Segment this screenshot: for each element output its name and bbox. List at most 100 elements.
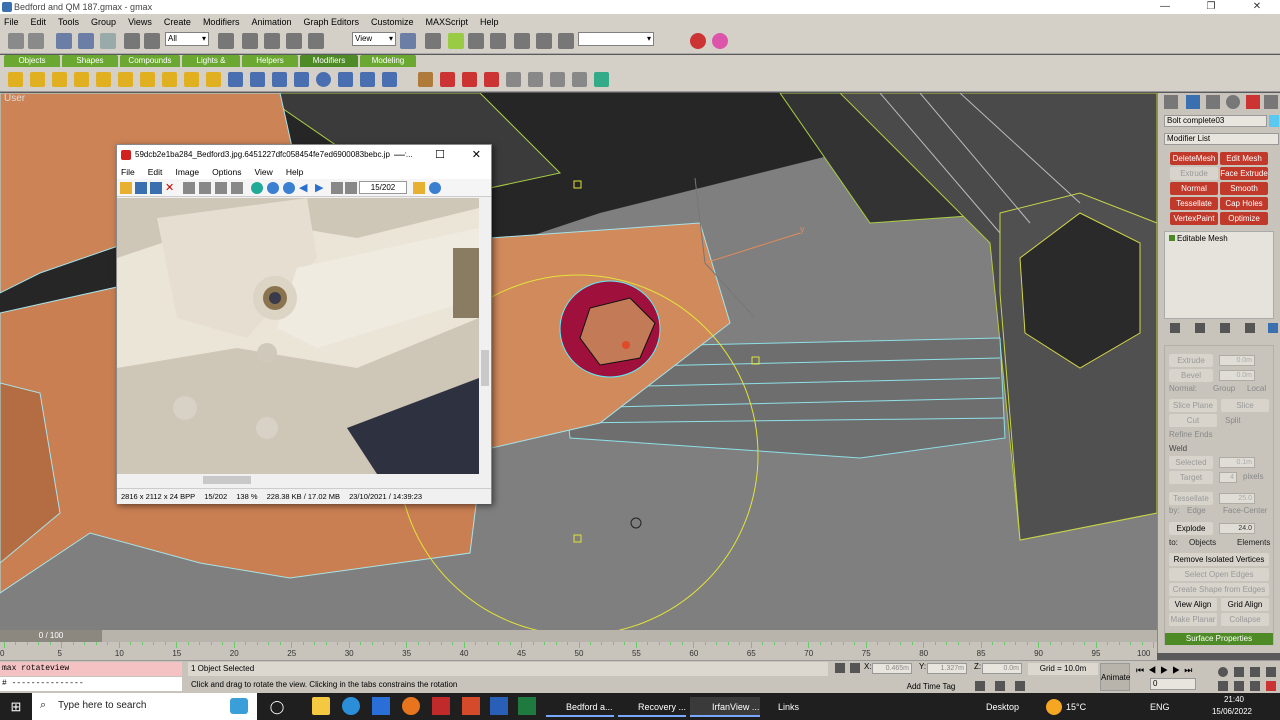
- zoom-icon[interactable]: [1218, 667, 1228, 677]
- ffd-modifier-icon[interactable]: [118, 72, 133, 87]
- restore-button[interactable]: ❐: [1188, 0, 1234, 14]
- task-view-icon[interactable]: ◯: [268, 697, 286, 717]
- weld-target-button[interactable]: Target: [1169, 471, 1213, 484]
- normal-local-radio[interactable]: Local: [1247, 384, 1266, 393]
- show-end-result-icon[interactable]: [1195, 323, 1205, 333]
- undo-image-icon[interactable]: [231, 182, 243, 194]
- menu-file[interactable]: File: [4, 17, 19, 27]
- align-icon[interactable]: [536, 33, 552, 49]
- z-coordinate-field[interactable]: 0.0m: [982, 663, 1022, 674]
- next-frame-icon[interactable]: ▶: [1172, 665, 1184, 675]
- help-icon[interactable]: [429, 182, 441, 194]
- access-icon[interactable]: [432, 697, 450, 715]
- tab-compounds[interactable]: Compounds: [120, 55, 180, 67]
- utilities-tab-icon[interactable]: [1264, 95, 1278, 109]
- pivot-center-icon[interactable]: [400, 33, 416, 49]
- angle-snap-icon[interactable]: [995, 681, 1005, 691]
- motion-tab-icon[interactable]: [1226, 95, 1240, 109]
- irfan-menu-edit[interactable]: Edit: [148, 167, 163, 177]
- irfan-close-button[interactable]: ✕: [471, 145, 481, 165]
- irfanview-horizontal-scrollbar[interactable]: [117, 474, 479, 486]
- tessellate-tension-field[interactable]: 25.0: [1219, 493, 1255, 504]
- zoom-extents-icon[interactable]: [1250, 667, 1260, 677]
- normal-button[interactable]: Normal: [1170, 182, 1218, 195]
- mirror-icon[interactable]: [514, 33, 530, 49]
- page-counter[interactable]: 15/202: [359, 181, 407, 194]
- explode-button[interactable]: Explode: [1169, 522, 1213, 535]
- skew-modifier-icon[interactable]: [206, 72, 221, 87]
- make-planar-button[interactable]: Make Planar: [1169, 613, 1217, 626]
- select-open-edges-button[interactable]: Select Open Edges: [1169, 568, 1269, 581]
- bevel-amount-field[interactable]: 0.0m: [1219, 370, 1255, 381]
- move-icon[interactable]: [242, 33, 258, 49]
- reference-coordinate-dropdown[interactable]: View: [352, 32, 396, 46]
- temperature[interactable]: 15°C: [1066, 697, 1096, 717]
- extrude-modifier-button[interactable]: Extrude: [1170, 167, 1218, 180]
- view-align-button[interactable]: View Align: [1169, 598, 1217, 611]
- tab-modeling[interactable]: Modeling: [360, 55, 416, 67]
- twist-modifier-icon[interactable]: [52, 72, 67, 87]
- select-object-icon[interactable]: [124, 33, 140, 49]
- taskbar-links[interactable]: Links: [764, 697, 804, 717]
- ripple-modifier-icon[interactable]: [162, 72, 177, 87]
- pin-stack-icon[interactable]: [1170, 323, 1180, 333]
- z-axis-icon[interactable]: [468, 33, 484, 49]
- input-language[interactable]: ENG: [1150, 697, 1174, 717]
- zoom-in-icon[interactable]: [267, 182, 279, 194]
- paint-icon[interactable]: [413, 182, 425, 194]
- irfan-minimize-button[interactable]: —: [390, 145, 405, 165]
- irfan-menu-file[interactable]: File: [121, 167, 135, 177]
- add-time-tag[interactable]: Add Time Tag: [900, 681, 962, 693]
- cap-holes-button[interactable]: Cap Holes: [1220, 197, 1268, 210]
- face-extrude-button[interactable]: Face Extrude: [1220, 167, 1268, 180]
- object-name-field[interactable]: Bolt complete03: [1164, 115, 1267, 127]
- menu-edit[interactable]: Edit: [31, 17, 47, 27]
- named-selection-dropdown[interactable]: [578, 32, 654, 46]
- maximize-viewport-icon[interactable]: [1266, 681, 1276, 691]
- stack-item-editable-mesh[interactable]: Editable Mesh: [1167, 233, 1273, 244]
- next-image-icon[interactable]: ▶: [315, 182, 327, 194]
- remove-modifier-icon[interactable]: [1245, 323, 1255, 333]
- absolute-mode-icon[interactable]: [850, 663, 860, 673]
- box-icon[interactable]: [418, 72, 433, 87]
- teapot-icon[interactable]: [462, 72, 477, 87]
- display-tab-icon[interactable]: [1246, 95, 1260, 109]
- menu-create[interactable]: Create: [164, 17, 191, 27]
- windows-start-icon[interactable]: ⊞: [8, 697, 24, 717]
- region-select-icon[interactable]: [144, 33, 160, 49]
- tab-objects[interactable]: Objects: [4, 55, 60, 67]
- explorer-icon[interactable]: [312, 697, 330, 715]
- deletemesh-button[interactable]: DeleteMesh: [1170, 152, 1218, 165]
- taper-modifier-icon[interactable]: [30, 72, 45, 87]
- normal-modifier-icon[interactable]: [382, 72, 397, 87]
- grid-align-button[interactable]: Grid Align: [1221, 598, 1269, 611]
- selection-filter-dropdown[interactable]: All: [165, 32, 209, 46]
- arc-rotate-icon[interactable]: [1250, 681, 1260, 691]
- uvw-xform-icon[interactable]: [250, 72, 265, 87]
- track-bar[interactable]: 0 5 10 15 20 25 30 35 40 45 50 55 60 65 70 75 80 85 90 95 10…: [0, 642, 1157, 660]
- menu-tools[interactable]: Tools: [58, 17, 79, 27]
- word-icon[interactable]: [490, 697, 508, 715]
- y-coordinate-field[interactable]: 1.327m: [927, 663, 967, 674]
- extrude-button[interactable]: Extrude: [1169, 354, 1213, 367]
- edge-icon[interactable]: [342, 697, 360, 715]
- weld-target-pixels-field[interactable]: 4: [1219, 472, 1237, 483]
- split-checkbox[interactable]: Split: [1225, 416, 1241, 425]
- taskbar-search-box[interactable]: ⌕ Type here to search: [32, 693, 257, 720]
- modify-tab-icon[interactable]: [1186, 95, 1200, 109]
- modifier-list-dropdown[interactable]: Modifier List: [1164, 133, 1279, 145]
- dummy-helper-icon[interactable]: [594, 72, 609, 87]
- explode-angle-field[interactable]: 24.0: [1219, 523, 1255, 534]
- make-unique-icon[interactable]: [1220, 323, 1230, 333]
- zoom-extents-all-icon[interactable]: [1266, 667, 1276, 677]
- slice-button[interactable]: Slice: [1221, 399, 1269, 412]
- tessellate-button[interactable]: Tessellate: [1169, 492, 1213, 505]
- light-icon[interactable]: [572, 72, 587, 87]
- menu-maxscript[interactable]: MAXScript: [426, 17, 469, 27]
- pan-icon[interactable]: [1234, 681, 1244, 691]
- open-folder-icon[interactable]: [120, 182, 132, 194]
- percent-snap-icon[interactable]: [1015, 681, 1025, 691]
- weather-icon[interactable]: [1046, 699, 1062, 715]
- irfan-menu-image[interactable]: Image: [175, 167, 199, 177]
- create-tab-icon[interactable]: [1164, 95, 1178, 109]
